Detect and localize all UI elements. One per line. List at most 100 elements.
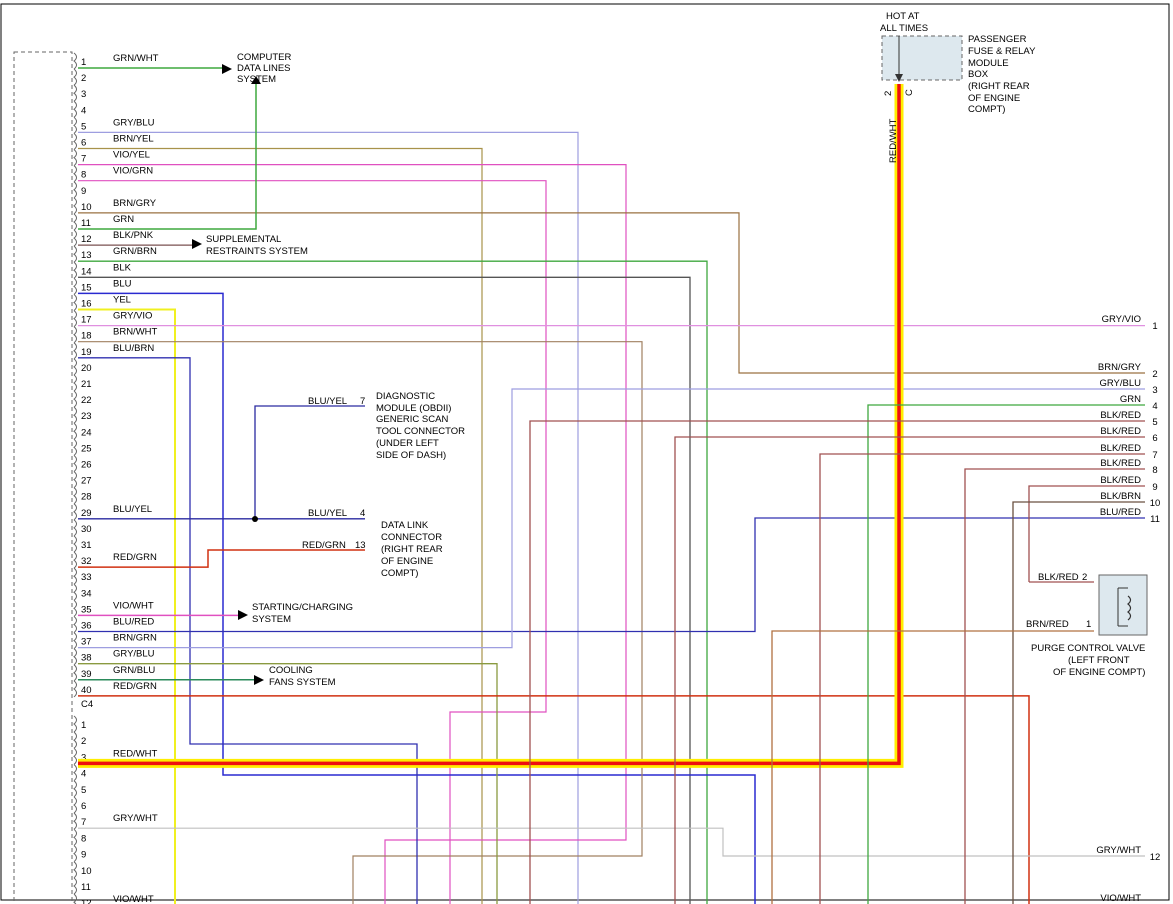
wire-label: BLK (113, 262, 132, 273)
pin-number: 5 (81, 121, 86, 132)
right-wire-pin: 6 (1152, 433, 1157, 444)
wire-label: VIO/WHT (113, 894, 154, 904)
pin-socket-icon (73, 535, 77, 553)
right-wire-label: VIO/WHT (1100, 893, 1141, 904)
pin-socket-icon (73, 812, 77, 830)
wire-label: BLU/BRN (113, 343, 154, 354)
pin-socket-icon (73, 600, 77, 617)
wire-label: GRY/WHT (113, 813, 158, 824)
wire-label: GRY/BLU (113, 649, 155, 660)
dlc-line1: DATA LINK (381, 520, 429, 531)
pin-number: 37 (81, 637, 92, 648)
right-wire-label: BLK/RED (1100, 410, 1141, 421)
fuse-box-line2: FUSE & RELAY (968, 46, 1036, 57)
right-wire-label: GRY/BLU (1099, 378, 1141, 389)
pin-number: 18 (81, 331, 92, 342)
pin-socket-icon (73, 100, 77, 118)
diag-module-line2: MODULE (OBDII) (376, 403, 451, 414)
pin-number: 10 (81, 866, 92, 877)
dlc-line5: COMPT) (381, 568, 418, 579)
pin-number: 29 (81, 508, 92, 519)
starting-charging-line2: SYSTEM (252, 614, 291, 625)
arrow-starting-charging (238, 610, 248, 620)
fuse-box-line7: COMPT) (968, 104, 1005, 115)
right-wire-label: BRN/GRY (1098, 362, 1142, 373)
pin-number: 8 (81, 170, 86, 181)
pin-number: 32 (81, 556, 92, 567)
right-wire-pin: 2 (1152, 369, 1157, 380)
wire-label: GRY/VIO (113, 311, 152, 322)
pin-number: 11 (81, 882, 91, 893)
pin-number: 16 (81, 299, 92, 310)
computer-data-lines-line2: DATA LINES (237, 63, 291, 74)
wire-red-grn-40 (78, 695, 1030, 904)
purge-pin-num-2: 2 (1082, 572, 1087, 583)
pin-number: 10 (81, 202, 92, 213)
pin-socket-icon (73, 326, 77, 344)
fuse-box-line4: BOX (968, 69, 989, 80)
wire-label: BRN/WHT (113, 327, 158, 338)
pin-socket-icon (73, 294, 77, 311)
right-wire-pin: 3 (1152, 385, 1157, 396)
pin-socket-icon (73, 422, 77, 440)
pin-socket-icon (73, 439, 77, 456)
pin-socket-icon (73, 780, 77, 798)
pin-number: 24 (81, 427, 92, 438)
wire-gry-wht (78, 827, 1145, 857)
right-wire-label: BLK/BRN (1100, 491, 1141, 502)
pin-number: 34 (81, 588, 92, 599)
right-wire-pin: 10 (1150, 498, 1161, 509)
right-wire-pin: 4 (1152, 401, 1157, 412)
fuse-box-line5: (RIGHT REAR (968, 81, 1030, 92)
right-wire-label: GRY/VIO (1102, 314, 1141, 325)
pin-number: 28 (81, 492, 92, 503)
diag-wire-pin-3: 13 (355, 540, 366, 551)
pin-socket-icon (73, 390, 77, 408)
pin-socket-icon (73, 519, 77, 537)
wire-blk-brn (1012, 501, 1145, 904)
pin-socket-icon (73, 197, 77, 215)
pin-number: 36 (81, 621, 92, 632)
wire-blu-yel-diag (254, 405, 365, 519)
diag-module-line6: SIDE OF DASH) (376, 450, 446, 461)
pin-socket-icon (73, 680, 77, 698)
wire-label: YEL (113, 295, 131, 306)
hot-at-all-times-line1: HOT AT (886, 11, 920, 22)
pin-number: 38 (81, 653, 92, 664)
dlc-line2: CONNECTOR (381, 532, 442, 543)
pin-number: 27 (81, 476, 92, 487)
pin-number: 2 (81, 736, 86, 747)
starting-charging-line1: STARTING/CHARGING (252, 602, 353, 613)
fuse-pin-left: 2 (883, 91, 894, 96)
pin-number: 14 (81, 266, 92, 277)
hot-at-all-times-line2: ALL TIMES (880, 23, 928, 34)
pin-socket-icon (73, 165, 77, 183)
pin-number: 26 (81, 460, 92, 471)
wire-label: VIO/GRN (113, 166, 153, 177)
dlc-line3: (RIGHT REAR (381, 544, 443, 555)
purge-valve-line1: PURGE CONTROL VALVE (1031, 643, 1145, 654)
pin-number: 39 (81, 669, 92, 680)
pin-socket-icon (73, 487, 77, 505)
pin-number: 3 (81, 89, 86, 100)
pcm-connector-body (13, 51, 73, 904)
pin-number: 30 (81, 524, 92, 535)
right-wire-label: GRN (1120, 394, 1141, 405)
pin-number: 7 (81, 817, 86, 828)
right-wire-pin: 12 (1150, 852, 1161, 863)
diag-wire-pin-1: 7 (360, 396, 365, 407)
pin-number: 1 (81, 57, 86, 68)
pin-socket-icon (73, 358, 77, 376)
pin-number: 5 (81, 785, 86, 796)
pin-number: 40 (81, 685, 92, 696)
wire-label: BLU/YEL (113, 504, 152, 515)
pin-socket-icon (73, 748, 77, 765)
pin-number: 15 (81, 282, 92, 293)
pin-number: 8 (81, 833, 86, 844)
purge-pin-num-1: 1 (1086, 619, 1091, 630)
srs-line1: SUPPLEMENTAL (206, 234, 281, 245)
pin-socket-icon (73, 764, 77, 781)
pin-number: 12 (81, 898, 92, 904)
pin-number: 2 (81, 73, 86, 84)
computer-data-lines-line3: SYSTEM (237, 74, 276, 85)
